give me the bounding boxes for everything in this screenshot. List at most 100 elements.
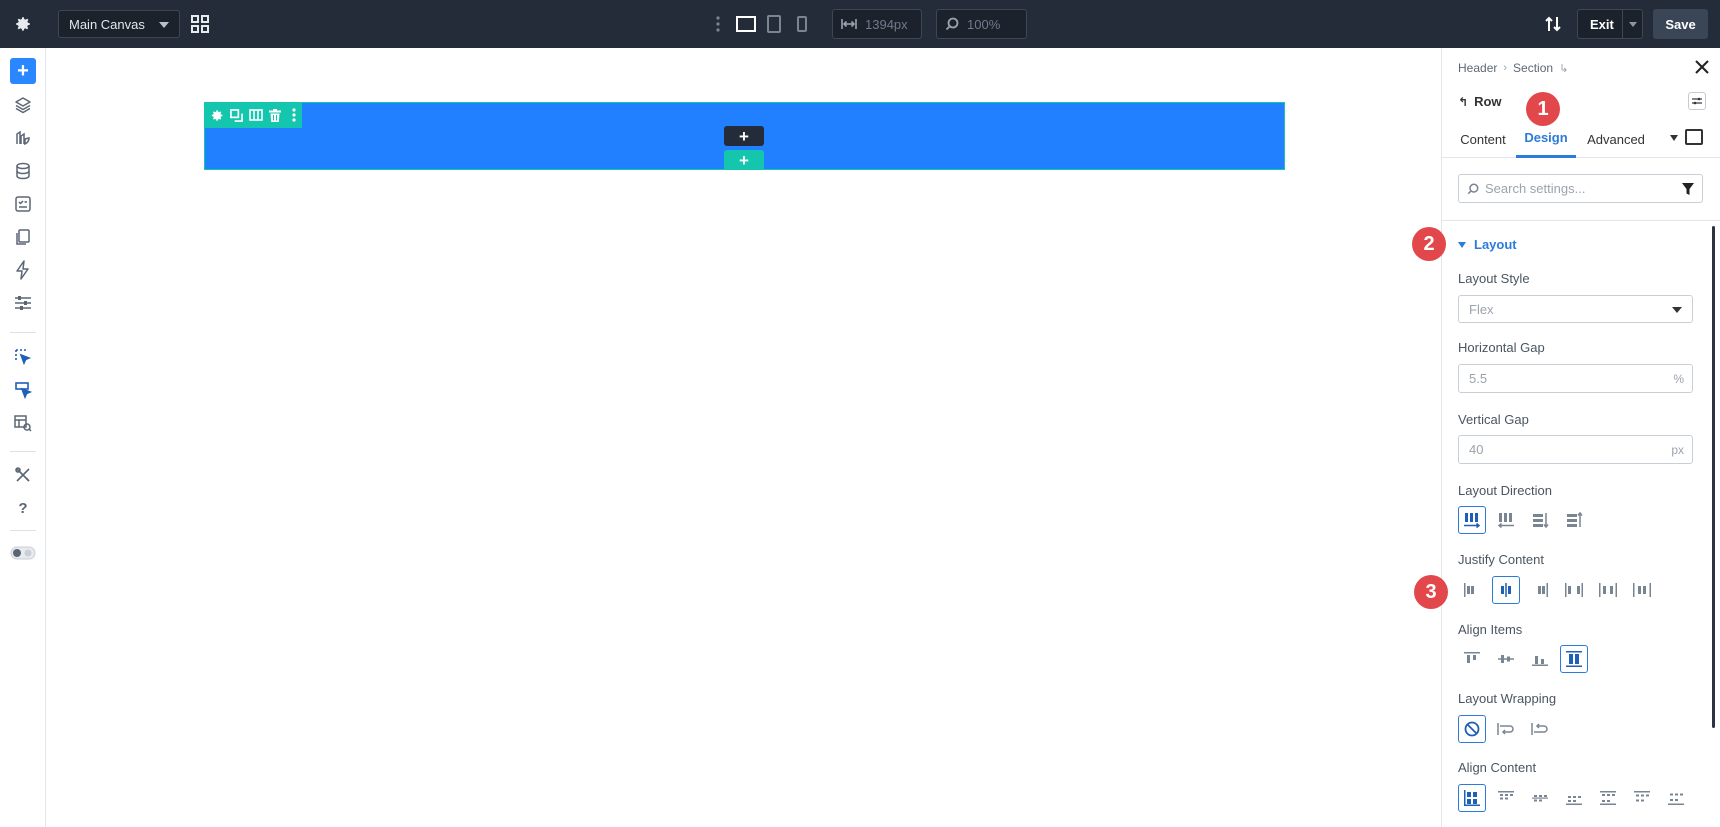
width-arrows-icon xyxy=(841,19,857,29)
align-content-start-icon[interactable] xyxy=(1492,784,1520,812)
align-content-end-icon[interactable] xyxy=(1560,784,1588,812)
search-input[interactable] xyxy=(1485,181,1675,196)
select-cursor-icon[interactable] xyxy=(10,344,36,370)
justify-center-icon[interactable] xyxy=(1492,576,1520,604)
sort-arrows-icon[interactable] xyxy=(1542,12,1564,36)
back-arrow-icon[interactable]: ↰ xyxy=(1458,95,1468,109)
dark-mode-toggle[interactable] xyxy=(10,540,36,566)
tab-advanced[interactable]: Advanced xyxy=(1585,120,1647,158)
justify-space-around-icon[interactable] xyxy=(1594,576,1622,604)
align-end-icon[interactable] xyxy=(1526,645,1554,673)
filter-icon[interactable] xyxy=(1682,182,1694,196)
justify-content-options xyxy=(1458,576,1656,604)
align-content-stretch-icon[interactable] xyxy=(1458,784,1486,812)
add-element-button[interactable]: + xyxy=(10,58,36,84)
search-icon xyxy=(1467,183,1479,194)
vertical-gap-unit[interactable]: px xyxy=(1671,443,1684,457)
multi-select-icon[interactable] xyxy=(10,377,36,403)
canvas-select[interactable]: Main Canvas xyxy=(58,10,180,38)
no-wrap-icon[interactable] xyxy=(1458,715,1486,743)
sidebar-divider xyxy=(10,530,36,531)
tab-menu-chevron-icon[interactable] xyxy=(1670,135,1678,141)
save-button[interactable]: Save xyxy=(1653,9,1708,39)
justify-start-icon[interactable] xyxy=(1458,576,1486,604)
justify-space-evenly-icon[interactable] xyxy=(1628,576,1656,604)
direction-column-reverse-icon[interactable] xyxy=(1560,506,1588,534)
wrap-icon[interactable] xyxy=(1492,715,1520,743)
close-icon[interactable] xyxy=(1695,60,1711,76)
row-toolbar xyxy=(204,102,302,128)
annotation-badge-2: 2 xyxy=(1412,227,1446,261)
exit-button[interactable]: Exit xyxy=(1577,9,1643,39)
panel-scrollbar[interactable] xyxy=(1712,226,1715,728)
direction-column-icon[interactable] xyxy=(1526,506,1554,534)
breadcrumb-item-section[interactable]: Section xyxy=(1513,61,1553,75)
canvas-width-value: 1394px xyxy=(865,16,908,32)
zoom-field[interactable]: 100% xyxy=(936,9,1027,39)
tablet-view-icon[interactable] xyxy=(762,12,786,36)
layout-search-icon[interactable] xyxy=(10,410,36,436)
layout-group-title: Layout xyxy=(1474,237,1517,252)
align-items-label: Align Items xyxy=(1458,622,1523,637)
pages-icon[interactable] xyxy=(10,224,36,250)
preview-box-icon[interactable] xyxy=(1685,129,1703,145)
justify-content-label: Justify Content xyxy=(1458,552,1544,567)
align-center-icon[interactable] xyxy=(1492,645,1520,673)
layers-icon[interactable] xyxy=(10,92,36,118)
chevron-down-icon xyxy=(159,22,169,28)
layout-direction-label: Layout Direction xyxy=(1458,483,1552,498)
exit-menu-chevron-icon[interactable] xyxy=(1622,10,1642,38)
layout-style-label: Layout Style xyxy=(1458,271,1530,286)
sliders-icon[interactable] xyxy=(10,290,36,316)
caret-down-icon xyxy=(1458,241,1466,248)
vertical-gap-label: Vertical Gap xyxy=(1458,412,1529,427)
module-title: ↰ Row xyxy=(1458,94,1502,109)
tools-icon[interactable] xyxy=(10,462,36,488)
lightning-icon[interactable] xyxy=(10,257,36,283)
database-icon[interactable] xyxy=(10,158,36,184)
grid-layout-icon[interactable] xyxy=(188,12,212,36)
settings-gear-icon[interactable] xyxy=(10,12,36,36)
align-content-space-around-icon[interactable] xyxy=(1628,784,1656,812)
tab-content[interactable]: Content xyxy=(1456,120,1510,158)
phone-view-icon[interactable] xyxy=(790,12,814,36)
vertical-gap-value: 40 xyxy=(1469,442,1484,457)
row-delete-trash-icon[interactable] xyxy=(268,106,283,124)
help-question-icon[interactable]: ? xyxy=(10,495,36,521)
desktop-view-icon[interactable] xyxy=(734,12,758,36)
layout-style-value: Flex xyxy=(1469,301,1494,317)
row-duplicate-icon[interactable] xyxy=(229,106,244,124)
justify-space-between-icon[interactable] xyxy=(1560,576,1588,604)
annotation-badge-3: 3 xyxy=(1414,575,1448,609)
align-content-space-evenly-icon[interactable] xyxy=(1662,784,1690,812)
search-icon xyxy=(945,17,959,31)
wrap-reverse-icon[interactable] xyxy=(1526,715,1554,743)
layout-wrapping-options xyxy=(1458,715,1554,743)
canvas-width-field[interactable]: 1394px xyxy=(832,9,922,39)
layout-style-select[interactable]: Flex xyxy=(1458,295,1693,323)
align-content-space-between-icon[interactable] xyxy=(1594,784,1622,812)
row-columns-icon[interactable] xyxy=(248,106,263,124)
row-more-dots-icon[interactable] xyxy=(287,106,302,124)
horizontal-gap-field[interactable]: 5.5 % xyxy=(1458,364,1693,393)
breadcrumb-item-header[interactable]: Header xyxy=(1458,61,1497,75)
vertical-gap-field[interactable]: 40 px xyxy=(1458,435,1693,464)
align-stretch-icon[interactable] xyxy=(1560,645,1588,673)
row-settings-gear-icon[interactable] xyxy=(210,106,225,124)
align-start-icon[interactable] xyxy=(1458,645,1486,673)
align-content-center-icon[interactable] xyxy=(1526,784,1554,812)
settings-toggle-icon[interactable] xyxy=(1688,92,1706,110)
more-dots-icon[interactable] xyxy=(712,12,724,36)
module-title-label: Row xyxy=(1474,94,1502,109)
justify-end-icon[interactable] xyxy=(1526,576,1554,604)
theme-builder-icon[interactable] xyxy=(10,125,36,151)
panel-tabs: Content Design Advanced xyxy=(1442,120,1720,158)
horizontal-gap-unit[interactable]: % xyxy=(1673,372,1684,386)
add-row-button[interactable]: + xyxy=(724,126,764,146)
layout-group-toggle[interactable]: Layout xyxy=(1458,237,1517,252)
direction-row-icon[interactable] xyxy=(1458,506,1486,534)
form-icon[interactable] xyxy=(10,191,36,217)
sidebar-divider xyxy=(10,451,36,452)
direction-row-reverse-icon[interactable] xyxy=(1492,506,1520,534)
add-section-button[interactable]: + xyxy=(724,150,764,170)
